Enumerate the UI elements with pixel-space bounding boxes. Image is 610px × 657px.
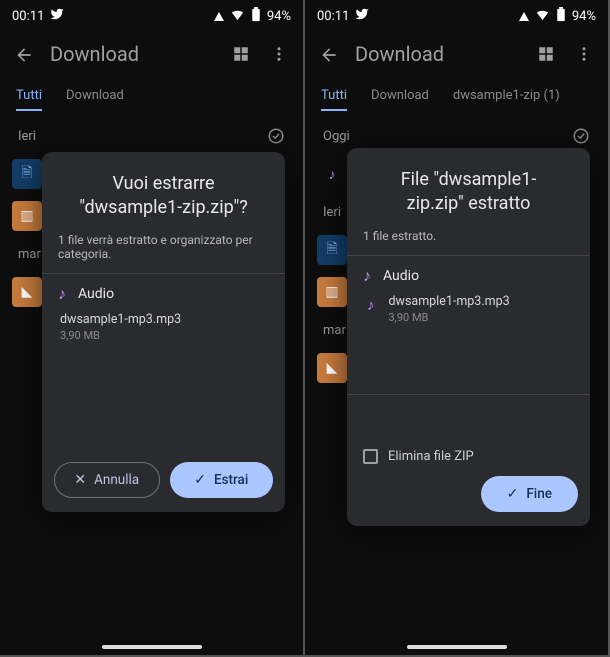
- grid-view-icon[interactable]: [231, 44, 251, 64]
- more-icon[interactable]: [269, 44, 289, 64]
- grid-view-icon[interactable]: [536, 44, 556, 64]
- tab-all[interactable]: Tutti: [321, 88, 347, 111]
- music-note-icon: ♪: [317, 159, 347, 189]
- file-entry: ♪ dwsample1-mp3.mp3 3,90 MB: [367, 294, 574, 324]
- status-bar: 00:11 94%: [305, 0, 608, 28]
- archive-icon: ▥: [317, 277, 347, 307]
- tab-download[interactable]: Download: [371, 88, 429, 111]
- done-button[interactable]: ✓ Fine: [481, 476, 578, 512]
- select-all-icon[interactable]: [572, 127, 590, 145]
- category-label: Audio: [78, 286, 114, 302]
- dialog-subtitle: 1 file verrà estratto e organizzato per …: [58, 233, 269, 261]
- tab-download[interactable]: Download: [66, 88, 124, 111]
- back-icon[interactable]: [14, 45, 32, 63]
- close-icon: ✕: [74, 472, 86, 488]
- signal-icon: [519, 12, 529, 21]
- section-label: mar: [18, 247, 41, 262]
- nav-pill[interactable]: [102, 645, 202, 649]
- dialog-title: File "dwsample1-zip.zip" estratto: [373, 168, 564, 217]
- page-title: Download: [355, 42, 518, 66]
- back-icon[interactable]: [319, 45, 337, 63]
- battery-icon: [556, 7, 566, 26]
- category-label: Audio: [383, 268, 419, 284]
- twitter-icon: [50, 7, 64, 25]
- file-name: dwsample1-mp3.mp3: [60, 312, 269, 327]
- section-yesterday: Ieri: [0, 119, 303, 153]
- wifi-icon: [535, 7, 550, 26]
- divider: [42, 273, 285, 274]
- button-label: Annulla: [94, 472, 139, 488]
- archive-icon: ◣: [12, 277, 42, 307]
- status-time: 00:11: [12, 9, 44, 24]
- button-label: Fine: [526, 486, 552, 502]
- app-bar: Download: [0, 28, 303, 74]
- tab-all[interactable]: Tutti: [16, 88, 42, 111]
- category-row: ♪ Audio: [58, 284, 269, 304]
- tabs: Tutti Download dwsample1-zip (1): [305, 74, 608, 119]
- screen-extract-done: 00:11 94% Download Tutti Download dwsamp…: [305, 0, 608, 655]
- app-bar: Download: [305, 28, 608, 74]
- screen-extract-prompt: 00:11 94% Download Tutti Download Ieri 🗎…: [0, 0, 303, 655]
- category-row: ♪ Audio: [363, 266, 574, 286]
- file-icon: 🗎: [317, 235, 347, 265]
- select-all-icon[interactable]: [267, 127, 285, 145]
- archive-icon: ▥: [12, 201, 42, 231]
- checkbox-label: Elimina file ZIP: [388, 449, 474, 464]
- twitter-icon: [355, 7, 369, 25]
- extract-dialog: Vuoi estrarre "dwsample1-zip.zip"? 1 fil…: [42, 152, 285, 512]
- check-icon: ✓: [507, 486, 519, 502]
- status-bar: 00:11 94%: [0, 0, 303, 28]
- section-label: mar: [323, 323, 346, 338]
- extract-button[interactable]: ✓ Estrai: [170, 462, 274, 498]
- tabs: Tutti Download: [0, 74, 303, 119]
- section-label: Ieri: [18, 129, 36, 144]
- checkbox-icon: [363, 449, 378, 464]
- file-entry: dwsample1-mp3.mp3 3,90 MB: [60, 312, 269, 342]
- wifi-icon: [230, 7, 245, 26]
- extracted-dialog: File "dwsample1-zip.zip" estratto 1 file…: [347, 148, 590, 526]
- battery-pct: 94%: [267, 9, 291, 24]
- dialog-subtitle: 1 file estratto.: [363, 229, 574, 243]
- section-label: Oggi: [323, 129, 350, 144]
- check-icon: ✓: [194, 472, 206, 488]
- music-note-icon: ♪: [58, 284, 66, 304]
- delete-zip-checkbox[interactable]: Elimina file ZIP: [363, 449, 474, 464]
- cancel-button[interactable]: ✕ Annulla: [54, 462, 160, 498]
- breadcrumb-folder[interactable]: dwsample1-zip (1): [453, 88, 560, 111]
- signal-icon: [214, 12, 224, 21]
- battery-icon: [251, 7, 261, 26]
- more-icon[interactable]: [574, 44, 594, 64]
- section-label: Ieri: [323, 205, 341, 220]
- battery-pct: 94%: [572, 9, 596, 24]
- file-size: 3,90 MB: [60, 329, 269, 342]
- music-note-icon: ♪: [363, 266, 371, 286]
- nav-pill[interactable]: [407, 645, 507, 649]
- archive-icon: ◣: [317, 353, 347, 383]
- music-note-icon: ♪: [367, 296, 375, 314]
- dialog-title: Vuoi estrarre "dwsample1-zip.zip"?: [68, 172, 259, 221]
- divider: [347, 394, 590, 395]
- status-time: 00:11: [317, 9, 349, 24]
- file-icon: 🗎: [12, 159, 42, 189]
- file-name: dwsample1-mp3.mp3: [389, 294, 510, 309]
- divider: [347, 255, 590, 256]
- file-size: 3,90 MB: [389, 311, 510, 324]
- page-title: Download: [50, 42, 213, 66]
- button-label: Estrai: [214, 472, 248, 488]
